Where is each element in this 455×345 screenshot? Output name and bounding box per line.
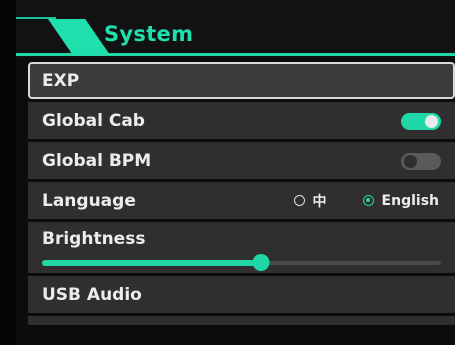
- radio-checked-icon: [362, 195, 374, 206]
- slider-fill: [42, 260, 262, 266]
- language-options: 中 English: [293, 182, 439, 219]
- header-decor-line: [16, 17, 56, 19]
- menu-item-label: Global BPM: [42, 150, 152, 171]
- menu-item-global-cab[interactable]: Global Cab: [28, 102, 455, 139]
- left-edge: [0, 0, 16, 345]
- menu-item-label: Language: [42, 190, 136, 211]
- menu-item-label: EXP: [42, 70, 80, 91]
- menu-item-brightness: Brightness: [28, 222, 455, 273]
- global-bpm-toggle[interactable]: [401, 153, 441, 170]
- global-cab-toggle[interactable]: [401, 113, 441, 130]
- menu-item-usb-audio[interactable]: USB Audio: [28, 276, 455, 313]
- brightness-slider[interactable]: [42, 254, 441, 271]
- settings-menu: EXP Global Cab Global BPM Language 中 Eng…: [28, 62, 455, 325]
- menu-item-label: Brightness: [42, 229, 146, 249]
- menu-item-global-bpm[interactable]: Global BPM: [28, 142, 455, 179]
- language-option-label: English: [381, 192, 439, 209]
- radio-unchecked-icon: [293, 195, 305, 206]
- menu-item-label: USB Audio: [42, 284, 142, 305]
- language-option-label: 中: [312, 193, 327, 210]
- language-option-chinese[interactable]: 中: [293, 191, 327, 211]
- menu-item-exp[interactable]: EXP: [28, 62, 455, 99]
- page-title: System: [104, 22, 194, 46]
- toggle-knob: [404, 155, 417, 168]
- language-option-english[interactable]: English: [362, 192, 439, 209]
- menu-item-language: Language 中 English: [28, 182, 455, 219]
- slider-thumb[interactable]: [252, 254, 270, 271]
- toggle-knob: [425, 115, 438, 128]
- menu-item-label: Global Cab: [42, 110, 145, 131]
- menu-item-partial: [28, 316, 455, 325]
